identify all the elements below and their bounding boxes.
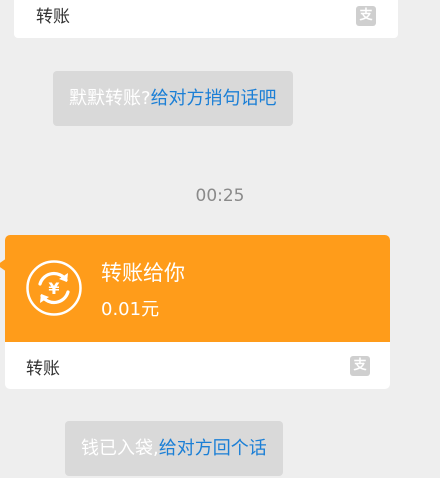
reply-link[interactable]: 给对方回个话 — [159, 438, 267, 459]
transfer-amount: 0.01元 — [101, 299, 160, 320]
alipay-icon: 支 — [350, 356, 370, 376]
alipay-icon: 支 — [356, 6, 376, 26]
transfer-card-footer: 转账 支 — [5, 342, 390, 389]
system-notice-send-message: 默默转账?给对方捎句话吧 — [53, 71, 293, 126]
notice-text: 默默转账? — [69, 88, 151, 109]
svg-text:¥: ¥ — [48, 279, 59, 298]
transfer-card-previous[interactable]: 转账 支 — [14, 0, 398, 38]
transfer-yuan-icon: ¥ — [26, 260, 82, 316]
transfer-footer-label: 转账 — [36, 7, 70, 27]
message-timestamp: 00:25 — [195, 186, 245, 206]
send-message-link[interactable]: 给对方捎句话吧 — [151, 88, 277, 109]
transfer-card[interactable]: ¥ 转账给你 0.01元 转账 支 — [5, 235, 390, 389]
transfer-card-header: ¥ 转账给你 0.01元 — [5, 235, 390, 342]
transfer-title: 转账给你 — [101, 261, 185, 285]
notice-text: 钱已入袋, — [81, 438, 159, 459]
transfer-footer-label: 转账 — [26, 359, 60, 379]
system-notice-reply: 钱已入袋,给对方回个话 — [65, 421, 283, 476]
